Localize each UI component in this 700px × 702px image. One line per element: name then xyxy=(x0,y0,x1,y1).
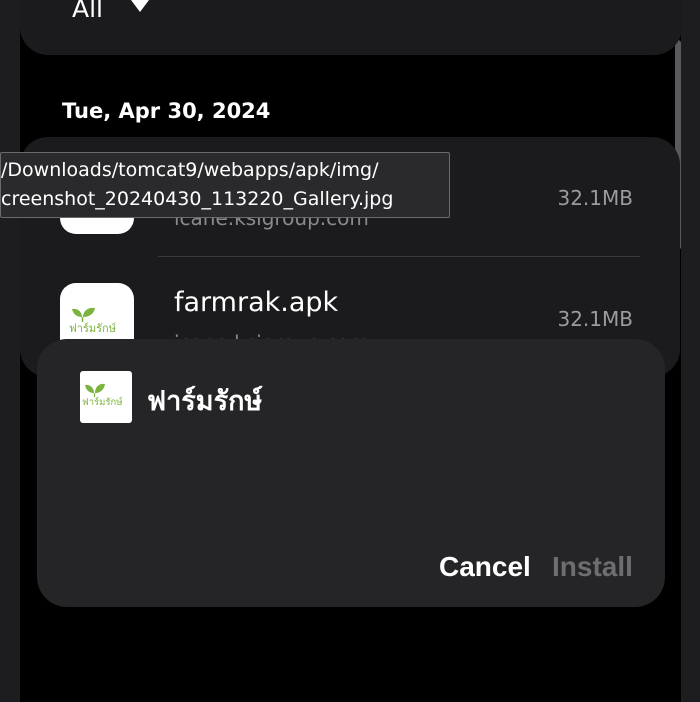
file-name: farmrak.apk xyxy=(174,287,339,318)
date-header: Tue, Apr 30, 2024 xyxy=(62,99,271,123)
logo-text: ฟาร์มรักษ์ xyxy=(69,322,116,335)
tooltip-line-2: creenshot_20240430_113220_Gallery.jpg xyxy=(1,188,394,210)
right-edge xyxy=(681,0,700,702)
screen: All Tue, Apr 30, 2024 icane.ksigroup.com… xyxy=(0,0,700,702)
filter-card xyxy=(20,0,682,55)
tooltip-line-1: /Downloads/tomcat9/webapps/apk/img/ xyxy=(1,159,379,181)
file-size: 32.1MB xyxy=(557,307,633,331)
path-tooltip: /Downloads/tomcat9/webapps/apk/img/ cree… xyxy=(0,152,450,218)
logo-text: ฟาร์มรักษ์ xyxy=(82,396,123,408)
left-edge xyxy=(0,0,20,702)
cancel-button[interactable]: Cancel xyxy=(439,551,531,583)
dropdown-arrow-icon[interactable] xyxy=(131,0,149,12)
dialog-app-name: ฟาร์มรักษ์ xyxy=(147,386,263,417)
filter-dropdown-label[interactable]: All xyxy=(72,0,103,23)
app-logo-icon: ฟาร์มรักษ์ xyxy=(80,371,132,423)
sprout-logo-icon: ฟาร์มรักษ์ xyxy=(82,383,123,408)
sprout-logo-icon: ฟาร์มรักษ์ xyxy=(69,307,116,335)
file-size: 32.1MB xyxy=(557,186,633,210)
install-button[interactable]: Install xyxy=(552,551,633,583)
install-dialog: ฟาร์มรักษ์ ฟาร์มรักษ์ Cancel Install xyxy=(37,339,665,607)
